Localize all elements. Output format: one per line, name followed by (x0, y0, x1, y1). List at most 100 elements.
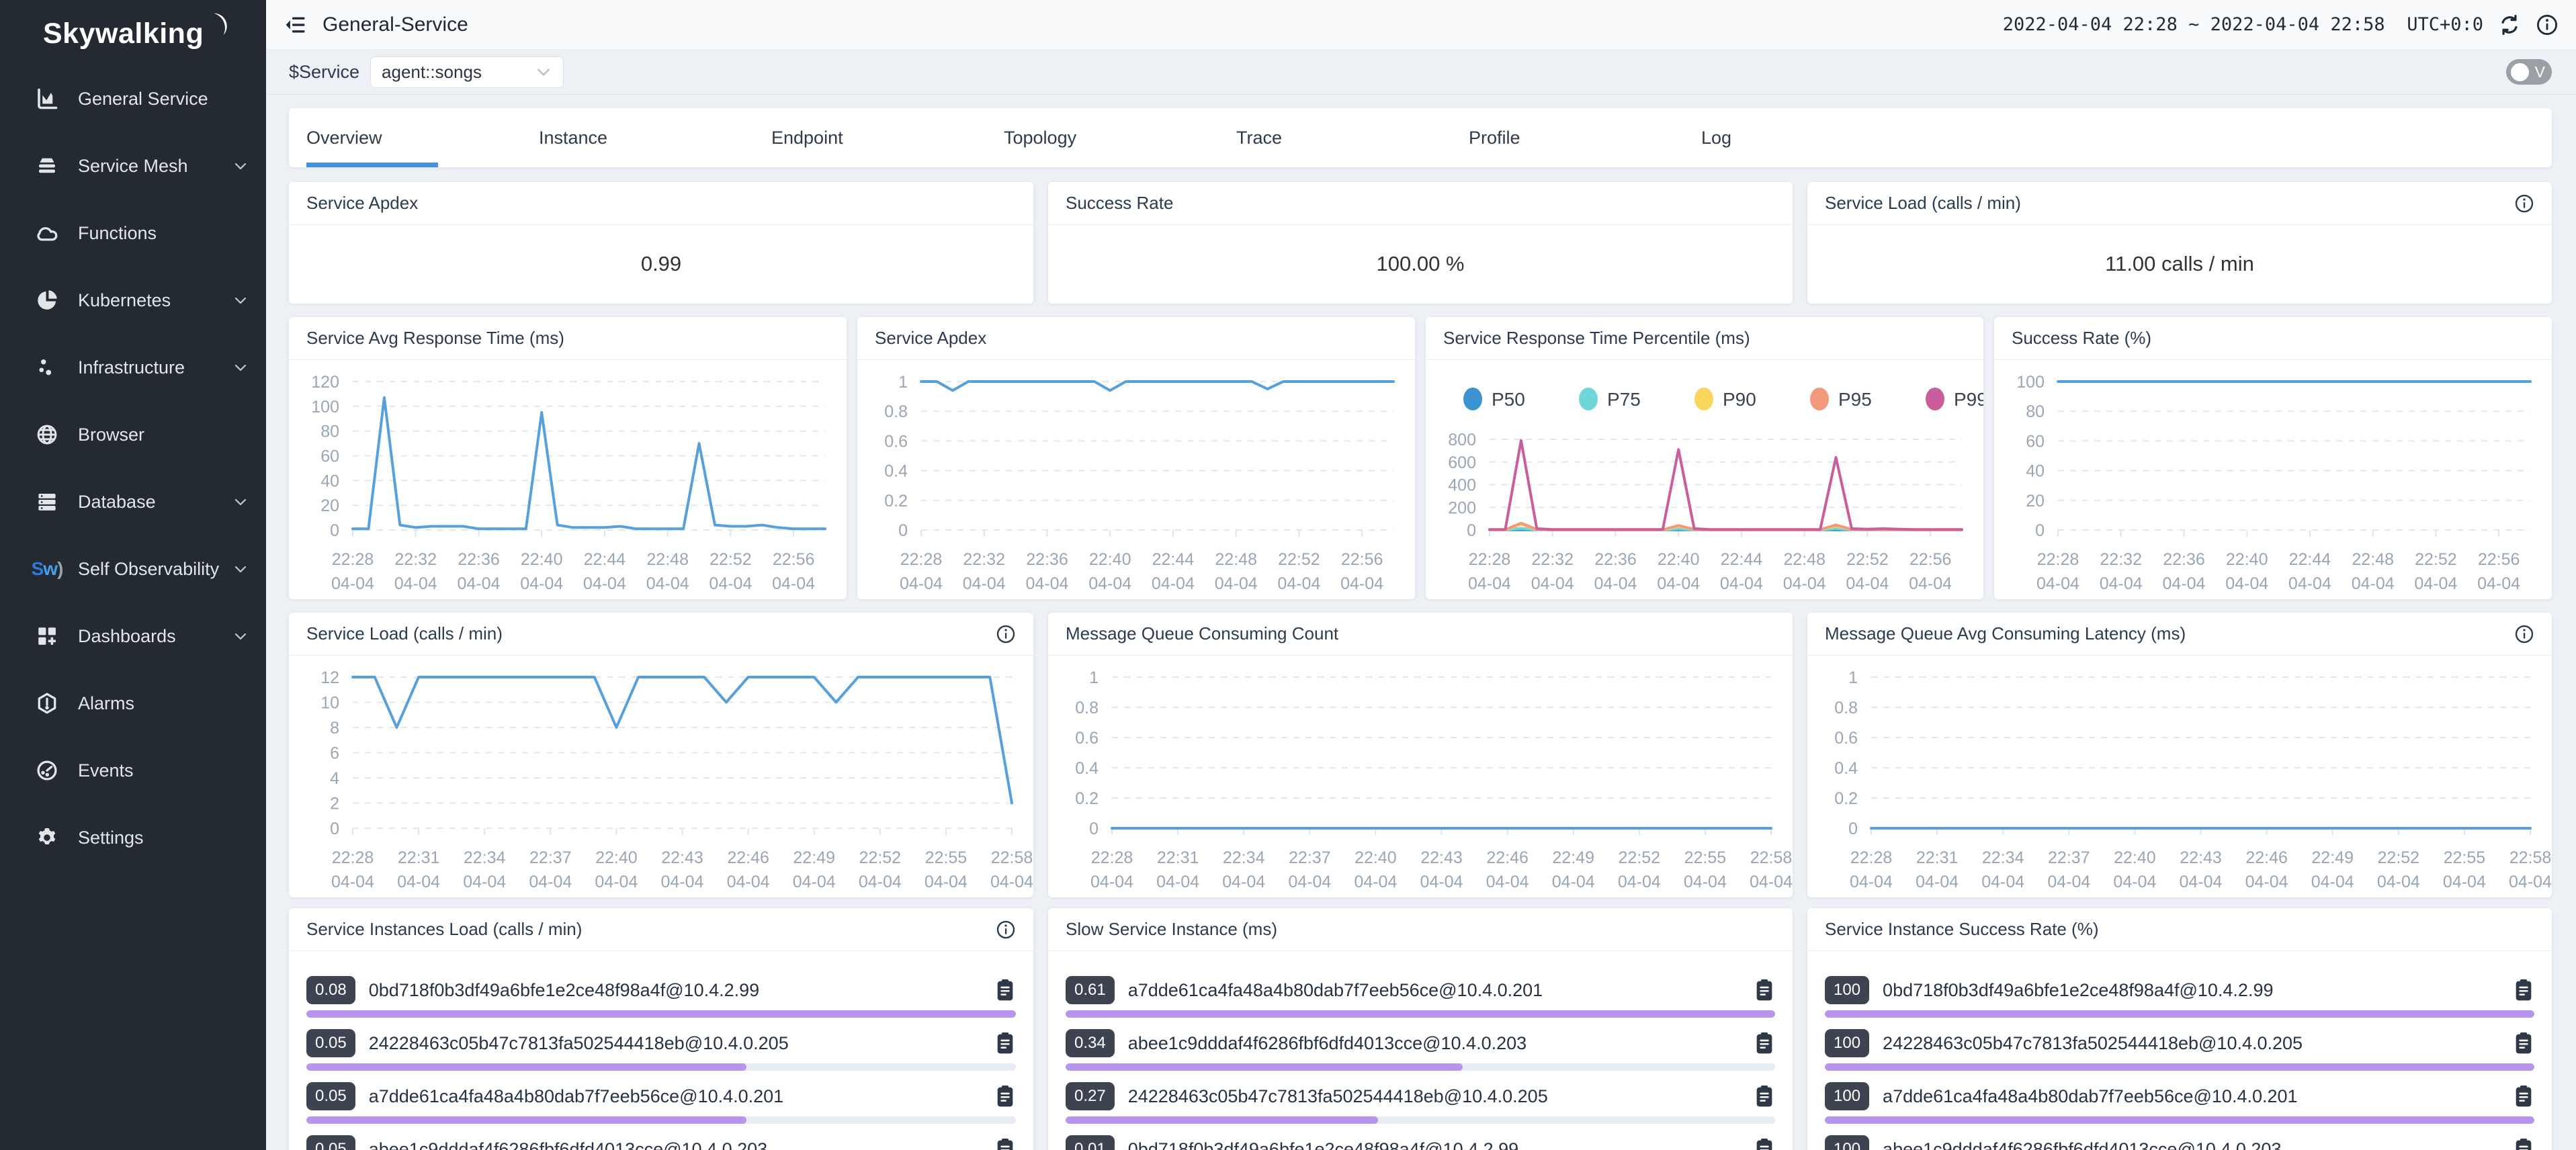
progress-track (1825, 1010, 2534, 1018)
svg-text:0: 0 (1089, 820, 1099, 838)
tab-endpoint[interactable]: Endpoint (754, 108, 986, 167)
info-icon[interactable] (2514, 624, 2534, 644)
svg-text:04-04: 04-04 (1088, 574, 1131, 593)
info-icon[interactable] (2536, 13, 2559, 36)
sidebar-item-settings[interactable]: Settings (0, 804, 266, 871)
sidebar-item-general-service[interactable]: General Service (0, 65, 266, 132)
value-badge: 0.05 (306, 1029, 355, 1057)
tab-overview[interactable]: Overview (289, 108, 521, 167)
chart-canvas-mq-consuming-count[interactable]: 00.20.40.60.8122:2804-0422:3104-0422:340… (1048, 656, 1793, 895)
tab-instance[interactable]: Instance (521, 108, 754, 167)
svg-text:100: 100 (2016, 373, 2045, 392)
chart-canvas-service-load[interactable]: 02468101222:2804-0422:3104-0422:3404-042… (289, 656, 1033, 895)
chart-canvas-response-time-percentile[interactable]: 020040060080022:2804-0422:3204-0422:3604… (1426, 360, 1983, 597)
card-title: Service Avg Response Time (ms) (306, 328, 564, 349)
clipboard-icon[interactable] (1754, 978, 1775, 1002)
tab-topology[interactable]: Topology (986, 108, 1219, 167)
svg-text:P90: P90 (1723, 389, 1756, 410)
clipboard-icon[interactable] (2513, 978, 2534, 1002)
tab-bar: OverviewInstanceEndpointTopologyTracePro… (289, 108, 2552, 167)
svg-text:04-04: 04-04 (463, 873, 506, 891)
chart-canvas-mq-consuming-latency[interactable]: 00.20.40.60.8122:2804-0422:3104-0422:340… (1807, 656, 2552, 895)
sidebar-item-functions[interactable]: Functions (0, 200, 266, 267)
refresh-icon[interactable] (2498, 13, 2521, 36)
clipboard-icon[interactable] (994, 1031, 1016, 1055)
chart-canvas-avg-response-time[interactable]: 02040608010012022:2804-0422:3204-0422:36… (289, 360, 847, 597)
svg-text:0.8: 0.8 (884, 402, 908, 421)
svg-text:04-04: 04-04 (1552, 873, 1595, 891)
progress-track (1066, 1116, 1775, 1124)
svg-text:6: 6 (330, 744, 339, 763)
sidebar-item-browser[interactable]: Browser (0, 401, 266, 468)
tab-trace[interactable]: Trace (1219, 108, 1451, 167)
clipboard-icon[interactable] (1754, 1084, 1775, 1108)
sidebar-item-infrastructure[interactable]: Infrastructure (0, 334, 266, 401)
svg-text:04-04: 04-04 (1783, 574, 1826, 593)
charts-row-2: Service Load (calls / min)02468101222:28… (289, 613, 2552, 897)
database-icon (34, 488, 60, 515)
info-icon[interactable] (996, 624, 1016, 644)
svg-text:22:34: 22:34 (464, 848, 506, 867)
svg-text:22:31: 22:31 (1916, 848, 1959, 867)
card-title: Service Instance Success Rate (%) (1825, 919, 2099, 940)
svg-text:04-04: 04-04 (2377, 873, 2420, 891)
svg-text:04-04: 04-04 (2288, 574, 2331, 593)
sidebar-item-events[interactable]: Events (0, 737, 266, 804)
svg-text:22:44: 22:44 (2289, 550, 2331, 569)
svg-text:22:49: 22:49 (793, 848, 835, 867)
card-title: Message Queue Avg Consuming Latency (ms) (1825, 623, 2186, 644)
instance-list-card-slow-service-instance-ms: Slow Service Instance (ms)0.61a7dde61ca4… (1048, 908, 1793, 1150)
clipboard-icon[interactable] (2513, 1084, 2534, 1108)
svg-text:22:49: 22:49 (1552, 848, 1594, 867)
sidebar-collapse-icon[interactable] (284, 13, 308, 37)
clipboard-icon[interactable] (1754, 1137, 1775, 1150)
svg-text:22:55: 22:55 (2444, 848, 2486, 867)
instance-name: abee1c9dddaf4f6286fbf6dfd4013cce@10.4.0.… (1128, 1033, 1527, 1054)
svg-text:04-04: 04-04 (1909, 574, 1952, 593)
svg-text:P75: P75 (1607, 389, 1641, 410)
svg-text:60: 60 (320, 447, 339, 466)
clipboard-icon[interactable] (994, 978, 1016, 1002)
clipboard-icon[interactable] (994, 1084, 1016, 1108)
chart-canvas-success-rate[interactable]: 02040608010022:2804-0422:3204-0422:3604-… (1994, 360, 2552, 597)
svg-text:04-04: 04-04 (1277, 574, 1320, 593)
card-header: Service Apdex (289, 182, 1033, 225)
svg-text:04-04: 04-04 (772, 574, 815, 593)
clipboard-icon[interactable] (1754, 1031, 1775, 1055)
value-badge: 0.27 (1066, 1082, 1115, 1110)
tab-log[interactable]: Log (1684, 108, 1916, 167)
sidebar-item-alarms[interactable]: Alarms (0, 670, 266, 737)
clipboard-icon[interactable] (994, 1137, 1016, 1150)
sidebar-item-label: Database (78, 492, 156, 513)
list-item: 0.0524228463c05b47c7813fa502544418eb@10.… (306, 1028, 1016, 1071)
progress-track (1066, 1010, 1775, 1018)
sidebar-item-service-mesh[interactable]: Service Mesh (0, 132, 266, 200)
chart-card-success-rate: Success Rate (%)02040608010022:2804-0422… (1994, 317, 2552, 599)
time-range[interactable]: 2022-04-04 22:28 ~ 2022-04-04 22:58 UTC+… (2003, 14, 2483, 35)
svg-text:04-04: 04-04 (2477, 574, 2520, 593)
sidebar-item-kubernetes[interactable]: Kubernetes (0, 267, 266, 334)
svg-text:8: 8 (330, 719, 339, 738)
svg-text:22:56: 22:56 (2478, 550, 2520, 569)
auto-refresh-toggle[interactable]: V (2506, 59, 2552, 85)
sidebar-item-dashboards[interactable]: Dashboards (0, 603, 266, 670)
toggle-knob (2511, 63, 2529, 81)
info-icon[interactable] (2514, 193, 2534, 214)
gear-icon (34, 824, 60, 851)
sidebar-item-database[interactable]: Database (0, 468, 266, 535)
info-icon[interactable] (996, 920, 1016, 940)
service-select[interactable]: agent::songs (370, 56, 564, 88)
clipboard-icon[interactable] (2513, 1137, 2534, 1150)
sidebar-item-self-observability[interactable]: Sw)Self Observability (0, 535, 266, 603)
clipboard-icon[interactable] (2513, 1031, 2534, 1055)
dashboard-content: OverviewInstanceEndpointTopologyTracePro… (266, 95, 2576, 1150)
svg-text:22:46: 22:46 (1486, 848, 1529, 867)
metric-value: 100.00 % (1048, 225, 1793, 303)
chart-canvas-service-apdex[interactable]: 00.20.40.60.8122:2804-0422:3204-0422:360… (857, 360, 1415, 597)
instance-name: abee1c9dddaf4f6286fbf6dfd4013cce@10.4.0.… (369, 1139, 767, 1150)
svg-text:0.2: 0.2 (884, 492, 908, 511)
svg-text:04-04: 04-04 (1657, 574, 1700, 593)
svg-text:04-04: 04-04 (925, 873, 968, 891)
chevron-down-icon (232, 628, 249, 644)
tab-profile[interactable]: Profile (1451, 108, 1684, 167)
